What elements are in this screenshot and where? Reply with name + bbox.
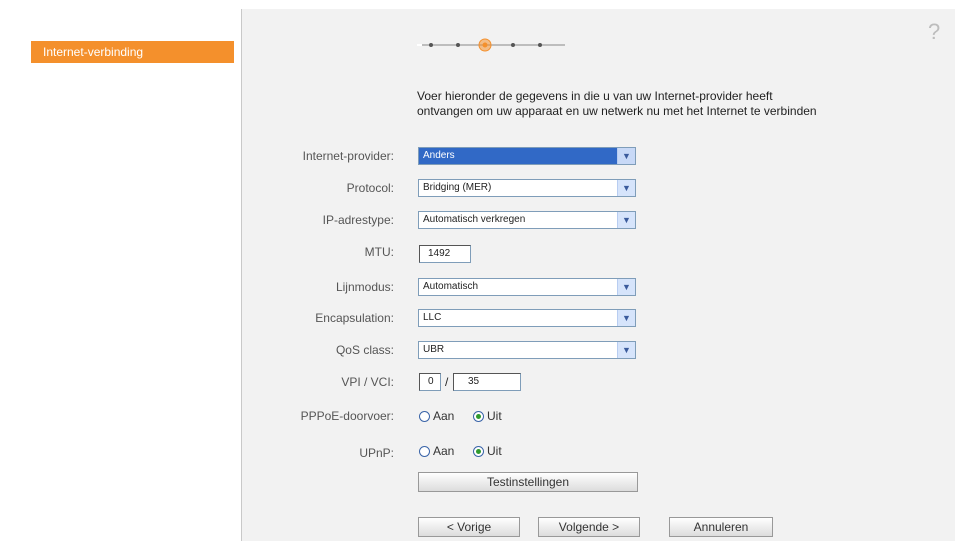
vpi-vci-label: VPI / VCI: — [341, 375, 394, 389]
qos-label: QoS class: — [335, 343, 394, 357]
upnp-label: UPnP: — [359, 446, 394, 460]
sidebar: Internet-verbinding — [9, 9, 242, 541]
wizard-step-4 — [511, 43, 515, 47]
pppoe-option-uit[interactable]: Uit — [473, 409, 502, 423]
line-mode-value: Automatisch — [423, 281, 479, 292]
pppoe-option-aan[interactable]: Aan — [419, 409, 454, 423]
intro-text: Voer hieronder de gegevens in die u van … — [417, 89, 817, 118]
encapsulation-select[interactable]: LLC ▼ — [418, 309, 636, 327]
chevron-down-icon: ▼ — [617, 310, 635, 326]
test-settings-button[interactable]: Testinstellingen — [418, 472, 638, 492]
chevron-down-icon: ▼ — [617, 180, 635, 196]
protocol-label: Protocol: — [346, 181, 394, 195]
vpi-input[interactable]: 0 — [419, 373, 441, 391]
line-mode-label: Lijnmodus: — [335, 280, 394, 294]
provider-label: Internet-provider: — [302, 149, 394, 163]
help-icon[interactable]: ? — [928, 19, 940, 45]
next-button[interactable]: Volgende > — [538, 517, 640, 537]
chevron-down-icon: ▼ — [617, 279, 635, 295]
pppoe-label: PPPoE-doorvoer: — [300, 409, 394, 423]
sidebar-item-internet-verbinding[interactable]: Internet-verbinding — [31, 41, 234, 63]
mtu-label: MTU: — [364, 245, 394, 259]
qos-select[interactable]: UBR ▼ — [418, 341, 636, 359]
vci-input[interactable]: 35 — [453, 373, 521, 391]
encapsulation-label: Encapsulation: — [315, 311, 394, 325]
previous-button[interactable]: < Vorige — [418, 517, 520, 537]
wizard-step-3-dot — [482, 42, 488, 48]
radio-selected-icon — [473, 410, 484, 422]
radio-unselected-icon — [419, 445, 430, 457]
wizard-progress-indicator — [417, 38, 565, 52]
cancel-button[interactable]: Annuleren — [669, 517, 773, 537]
chevron-down-icon: ▼ — [617, 342, 635, 358]
protocol-value: Bridging (MER) — [423, 182, 492, 193]
wizard-step-1 — [429, 43, 433, 47]
wizard-step-5 — [538, 43, 542, 47]
chevron-down-icon: ▼ — [617, 148, 635, 164]
ip-type-value: Automatisch verkregen — [423, 214, 526, 225]
wizard-step-2 — [456, 43, 460, 47]
upnp-option-aan[interactable]: Aan — [419, 444, 454, 458]
chevron-down-icon: ▼ — [617, 212, 635, 228]
qos-value: UBR — [423, 344, 445, 355]
upnp-option-uit[interactable]: Uit — [473, 444, 502, 458]
mtu-input[interactable]: 1492 — [419, 245, 471, 263]
provider-value: Anders — [423, 150, 455, 161]
radio-selected-icon — [473, 445, 484, 457]
main-panel: ? Voer hieronder de gegevens in die u va… — [242, 9, 955, 541]
ip-type-select[interactable]: Automatisch verkregen ▼ — [418, 211, 636, 229]
line-mode-select[interactable]: Automatisch ▼ — [418, 278, 636, 296]
ip-type-label: IP-adrestype: — [322, 213, 394, 227]
encapsulation-value: LLC — [423, 312, 442, 323]
radio-unselected-icon — [419, 410, 430, 422]
vpi-vci-separator: / — [445, 375, 449, 389]
protocol-select[interactable]: Bridging (MER) ▼ — [418, 179, 636, 197]
provider-select[interactable]: Anders ▼ — [418, 147, 636, 165]
